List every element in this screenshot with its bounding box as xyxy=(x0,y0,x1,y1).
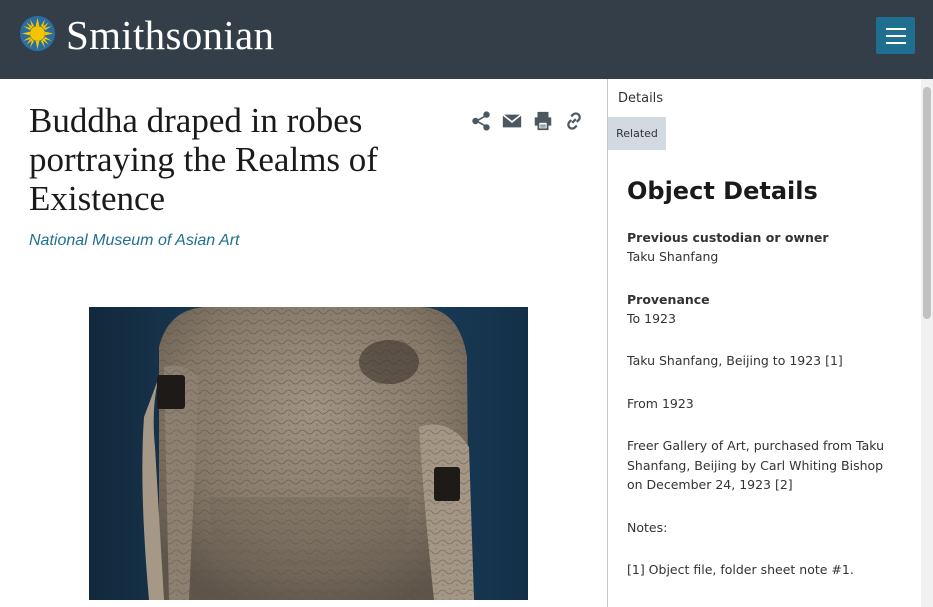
object-image[interactable] xyxy=(89,307,528,600)
menu-bar xyxy=(885,41,906,44)
buddha-sculpture-image xyxy=(89,307,528,600)
email-icon[interactable] xyxy=(500,109,523,132)
provenance-line: From 1923 xyxy=(627,395,694,411)
share-toolbar xyxy=(469,109,585,132)
site-logo-text[interactable]: Smithsonian xyxy=(66,12,274,58)
provenance-line: Notes: xyxy=(627,519,668,535)
tab-related[interactable]: Related xyxy=(608,117,666,150)
custodian-label: Previous custodian or owner xyxy=(627,230,829,245)
provenance-line: Freer Gallery of Art, purchased from Tak… xyxy=(627,438,885,492)
link-icon[interactable] xyxy=(562,109,585,132)
object-details-pane: Object Details Previous custodian or own… xyxy=(627,174,897,580)
museum-unit-link[interactable]: National Museum of Asian Art xyxy=(29,232,239,250)
side-panel-scrollbar[interactable] xyxy=(921,79,933,607)
side-panel: Details Related Object Details Previous … xyxy=(607,79,933,607)
share-icon[interactable] xyxy=(469,109,492,132)
menu-bar xyxy=(885,34,906,37)
scrollbar-thumb[interactable] xyxy=(923,87,931,319)
main-content: Buddha draped in robes portraying the Re… xyxy=(0,79,607,607)
custodian-value: Taku Shanfang xyxy=(627,249,719,264)
tab-details[interactable]: Details xyxy=(618,91,663,106)
provenance-line: [1] Object file, folder sheet note #1. xyxy=(627,562,854,577)
object-title: Buddha draped in robes portraying the Re… xyxy=(29,101,378,218)
sun-icon[interactable] xyxy=(19,15,56,52)
print-icon[interactable] xyxy=(531,109,554,132)
hamburger-menu-icon[interactable] xyxy=(876,17,915,54)
provenance-label: Provenance xyxy=(627,291,710,307)
provenance-line: Taku Shanfang, Beijing to 1923 [1] xyxy=(627,353,843,368)
object-details-heading: Object Details xyxy=(627,177,818,205)
provenance-line: To 1923 xyxy=(627,310,676,326)
site-header: Smithsonian xyxy=(0,0,933,79)
menu-bar xyxy=(885,27,906,30)
